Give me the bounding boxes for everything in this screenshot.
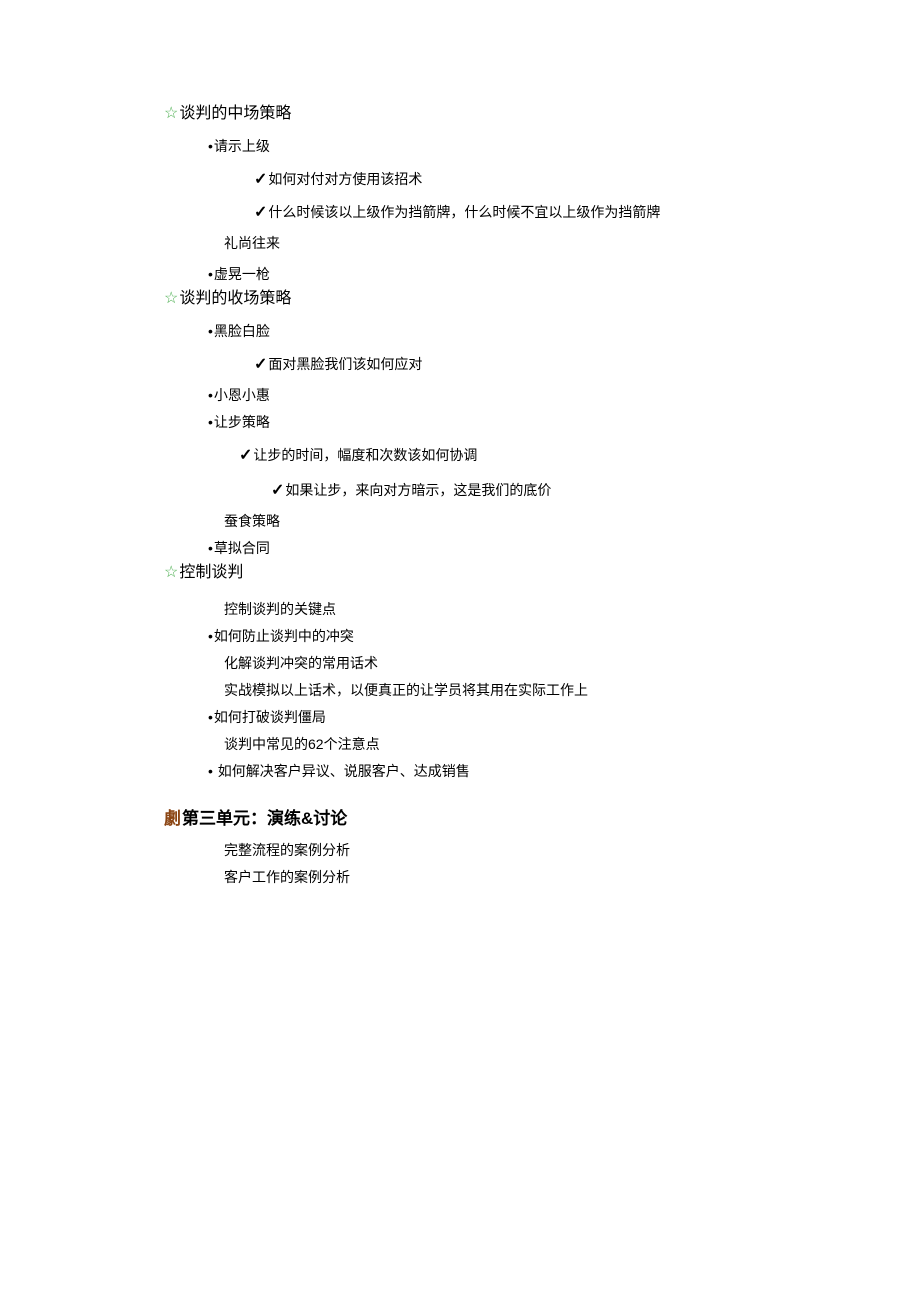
bullet-item: • 如何打破谈判僵局 [164,707,920,728]
bullet-item: • 黑脸白脸 [164,321,920,342]
check-icon: ✓ [254,172,267,188]
section-title: 谈判的中场策略 [179,102,291,126]
bullet-text: 小恩小惠 [214,385,270,406]
check-item: ✓ 如何对付对方使用该招术 [164,169,920,190]
check-text: 让步的时间，幅度和次数该如何协调 [253,445,477,466]
bullet-dot-icon: • [208,412,213,433]
bullet-dot-icon: • [208,264,213,285]
check-item: ✓ 如果让步，来向对方暗示，这是我们的底价 [164,480,920,501]
bullet-text: 让步策略 [214,412,270,433]
section-title: 控制谈判 [179,561,243,585]
check-icon: ✓ [254,357,267,373]
star-icon: ☆ [164,287,178,311]
plain-item: 完整流程的案例分析 [164,840,920,861]
check-text: 什么时候该以上级作为挡箭牌，什么时候不宜以上级作为挡箭牌 [268,202,660,223]
bullet-dot-icon: • [208,761,217,782]
star-icon: ☆ [164,561,178,585]
bullet-item: • 小恩小惠 [164,385,920,406]
check-text: 面对黑脸我们该如何应对 [268,354,422,375]
check-text: 如果让步，来向对方暗示，这是我们的底价 [285,480,551,501]
bullet-item: • 如何解决客户异议、说服客户、达成销售 [164,761,920,782]
bullet-item: • 请示上级 [164,136,920,157]
star-icon: ☆ [164,102,178,126]
check-item: ✓ 让步的时间，幅度和次数该如何协调 [164,445,920,466]
bullet-dot-icon: • [208,385,213,406]
bullet-text: 黑脸白脸 [214,321,270,342]
plain-item: 实战模拟以上话术，以便真正的让学员将其用在实际工作上 [164,680,920,701]
unit-title: 第三单元：演练&讨论 [182,806,347,832]
plain-item: 控制谈判的关键点 [164,599,920,620]
unit-heading: 劇 第三单元：演练&讨论 [164,806,920,832]
bullet-text: 如何打破谈判僵局 [214,707,326,728]
check-icon: ✓ [271,483,284,499]
bullet-text: 草拟合同 [214,538,270,559]
plain-item: 谈判中常见的62个注意点 [164,734,920,755]
check-text: 如何对付对方使用该招术 [268,169,422,190]
bullet-dot-icon: • [208,321,213,342]
plain-item: 化解谈判冲突的常用话术 [164,653,920,674]
bullet-item: • 让步策略 [164,412,920,433]
bullet-dot-icon: • [208,707,213,728]
bullet-text: 如何解决客户异议、说服客户、达成销售 [218,761,470,782]
check-item: ✓ 什么时候该以上级作为挡箭牌，什么时候不宜以上级作为挡箭牌 [164,202,920,223]
bullet-dot-icon: • [208,626,213,647]
bullet-text: 虚晃一枪 [214,264,270,285]
section-heading-midfield: ☆ 谈判的中场策略 [164,102,920,126]
plain-item: 礼尚往来 [164,233,920,254]
bullet-dot-icon: • [208,538,213,559]
section-heading-closing: ☆ 谈判的收场策略 [164,287,920,311]
bullet-text: 如何防止谈判中的冲突 [214,626,354,647]
section-title: 谈判的收场策略 [179,287,291,311]
bullet-item: • 如何防止谈判中的冲突 [164,626,920,647]
check-item: ✓ 面对黑脸我们该如何应对 [164,354,920,375]
plain-item: 客户工作的案例分析 [164,867,920,888]
bullet-text: 请示上级 [214,136,270,157]
check-icon: ✓ [254,205,267,221]
bullet-dot-icon: • [208,136,213,157]
unit-icon: 劇 [164,806,181,832]
section-heading-control: ☆ 控制谈判 [164,561,920,585]
bullet-item: • 虚晃一枪 [164,264,920,285]
bullet-item: • 草拟合同 [164,538,920,559]
check-icon: ✓ [239,448,252,464]
plain-item: 蚕食策略 [164,511,920,532]
